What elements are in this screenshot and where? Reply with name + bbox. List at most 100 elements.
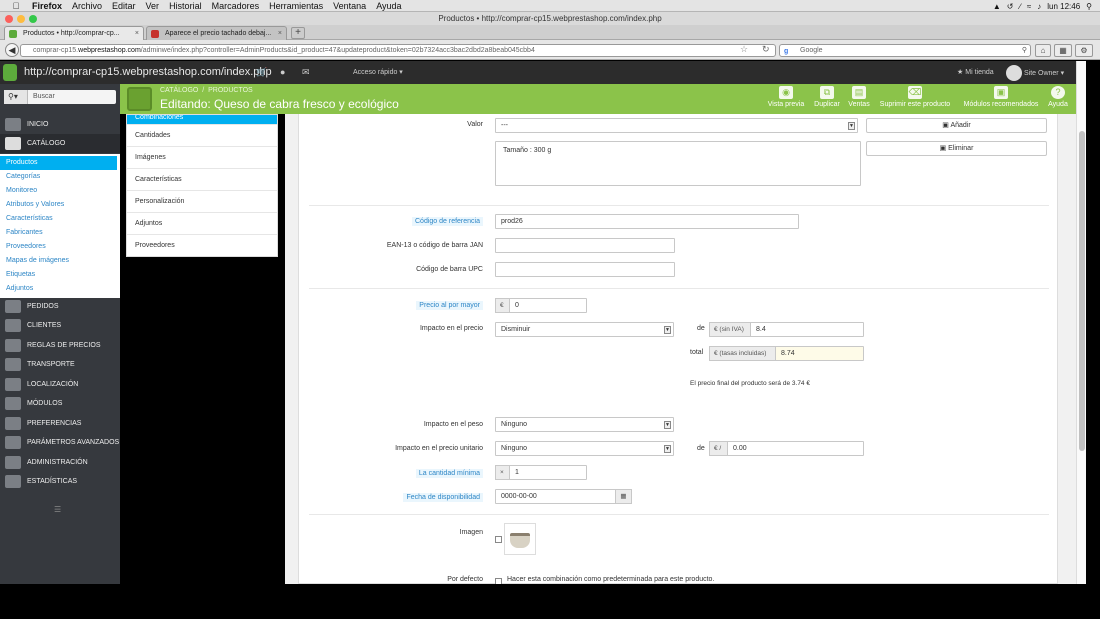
sales-button[interactable]: ▤ Ventas [847, 86, 871, 112]
site-url-link[interactable]: http://comprar-cp15.webprestashop.com/in… [24, 66, 272, 78]
submenu-fabricantes[interactable]: Fabricantes [0, 226, 120, 240]
apple-icon[interactable]:  [10, 1, 22, 11]
price-tax-excl-input[interactable]: 8.4 [750, 322, 864, 337]
sidebar-item-preferencias[interactable]: Preferencias [0, 414, 120, 433]
dropbox-icon[interactable]: ▲ [993, 2, 1001, 11]
home-button[interactable]: ⌂ [1035, 44, 1051, 57]
recommended-modules-button[interactable]: ▣ Módulos recomendados [960, 86, 1042, 112]
tab-caracteristicas[interactable]: Características [127, 169, 277, 191]
delete-product-button[interactable]: ⌫ Suprimir este producto [877, 86, 953, 112]
search-scope-button[interactable]: ⚲▾ [4, 90, 28, 104]
ean-input[interactable] [495, 238, 675, 253]
volume-icon[interactable]: ♪ [1037, 2, 1041, 11]
availability-date-input[interactable]: 0000-00-00 [495, 489, 616, 504]
new-tab-button[interactable]: + [291, 27, 305, 39]
bluetooth-icon[interactable]: ∕ [1019, 2, 1020, 11]
minimize-window-icon[interactable] [17, 15, 25, 23]
address-bar[interactable]: comprar-cp15.webprestashop.com/adminwe/i… [20, 44, 776, 57]
quick-access-dropdown[interactable]: Acceso rápido ▾ [353, 68, 403, 76]
cart-icon[interactable]: 🛒 [256, 67, 267, 78]
valor-select[interactable]: --- ▼ [495, 118, 858, 133]
sidebar-item-administracion[interactable]: Administración [0, 453, 120, 472]
tab-cantidades[interactable]: Cantidades [127, 125, 277, 147]
tab-imagenes[interactable]: Imágenes [127, 147, 277, 169]
attributes-list[interactable]: Tamaño : 300 g [495, 141, 861, 186]
browser-tab-aparece[interactable]: Aparece el precio tachado debaj... × [146, 26, 287, 40]
collapse-sidebar-icon[interactable]: ☰ [54, 505, 61, 514]
avatar[interactable] [1006, 65, 1022, 81]
addons-button[interactable]: ⚙ [1075, 44, 1093, 57]
submenu-caracteristicas[interactable]: Características [0, 212, 120, 226]
price-tax-incl-input[interactable]: 8.74 [775, 346, 864, 361]
breadcrumb-catalogo[interactable]: CATÁLOGO [160, 87, 198, 94]
spotlight-icon[interactable]: ⚲ [1086, 2, 1092, 11]
image-checkbox[interactable] [495, 536, 502, 543]
tab-combinaciones[interactable]: Combinaciones [127, 115, 277, 125]
sidebar-item-clientes[interactable]: Clientes [0, 316, 120, 335]
unit-price-input[interactable]: 0.00 [727, 441, 864, 456]
calendar-icon[interactable]: ▦ [615, 489, 632, 504]
submenu-monitoreo[interactable]: Monitoreo [0, 184, 120, 198]
reload-icon[interactable]: ↻ [762, 44, 770, 55]
price-impact-select[interactable]: Disminuir ▼ [495, 322, 674, 337]
unit-price-impact-select[interactable]: Ninguno ▼ [495, 441, 674, 456]
sidebar-item-transporte[interactable]: Transporte [0, 355, 120, 374]
sidebar-item-pedidos[interactable]: Pedidos [0, 297, 120, 316]
submenu-categorias[interactable]: Categorías [0, 170, 120, 184]
back-button[interactable]: ◀ [5, 43, 19, 57]
menu-archivo[interactable]: Archivo [72, 1, 102, 11]
search-input[interactable]: Buscar [33, 93, 55, 100]
my-store-link[interactable]: ★ Mi tienda [957, 68, 994, 76]
product-image-thumbnail[interactable] [504, 523, 536, 555]
messages-icon[interactable]: ✉ [302, 67, 310, 78]
attribute-item[interactable]: Tamaño : 300 g [501, 147, 551, 154]
app-menu[interactable]: Firefox [32, 1, 62, 11]
close-tab-icon[interactable]: × [278, 27, 282, 40]
user-menu[interactable]: Site Owner ▾ [1024, 69, 1064, 77]
clock[interactable]: lun 12:46 [1047, 2, 1080, 11]
sidebar-item-localizacion[interactable]: Localización [0, 375, 120, 394]
tab-personalizacion[interactable]: Personalización [127, 191, 277, 213]
preview-button[interactable]: ◉ Vista previa [767, 86, 805, 112]
page-scrollbar[interactable] [1076, 61, 1086, 584]
sidebar-search[interactable]: ⚲▾ Buscar [4, 90, 116, 104]
close-tab-icon[interactable]: × [135, 27, 139, 40]
delete-attribute-button[interactable]: ▣ Eliminar [866, 141, 1047, 156]
prestashop-logo-icon[interactable] [3, 64, 17, 81]
menu-historial[interactable]: Historial [169, 1, 202, 11]
search-icon[interactable]: ⚲ [1022, 45, 1027, 57]
submenu-mapas-imagenes[interactable]: Mapas de imágenes [0, 254, 120, 268]
search-engine-box[interactable]: g Google ⚲ [779, 44, 1031, 57]
sync-icon[interactable]: ↺ [1007, 2, 1014, 11]
add-attribute-button[interactable]: ▣ Añadir [866, 118, 1047, 133]
sidebar-item-inicio[interactable]: Inicio [0, 115, 120, 134]
wifi-icon[interactable]: ≈ [1027, 2, 1031, 11]
zoom-window-icon[interactable] [29, 15, 37, 23]
upc-input[interactable] [495, 262, 675, 277]
scrollbar-thumb[interactable] [1079, 131, 1085, 451]
sidebar-item-parametros-avanzados[interactable]: Parámetros avanzados [0, 433, 120, 452]
breadcrumb-productos[interactable]: PRODUCTOS [208, 87, 253, 94]
submenu-etiquetas[interactable]: Etiquetas [0, 268, 120, 282]
customer-icon[interactable]: ● [280, 67, 285, 77]
bookmark-star-icon[interactable]: ☆ [740, 44, 748, 55]
weight-impact-select[interactable]: Ninguno ▼ [495, 417, 674, 432]
sidebar-item-modulos[interactable]: Módulos [0, 394, 120, 413]
menu-marcadores[interactable]: Marcadores [212, 1, 260, 11]
reference-input[interactable]: prod26 [495, 214, 799, 229]
close-window-icon[interactable] [5, 15, 13, 23]
wholesale-price-input[interactable]: 0 [509, 298, 587, 313]
min-quantity-input[interactable]: 1 [509, 465, 587, 480]
downloads-button[interactable]: ▦ [1054, 44, 1072, 57]
menu-editar[interactable]: Editar [112, 1, 136, 11]
tab-proveedores[interactable]: Proveedores [127, 235, 277, 257]
browser-tab-productos[interactable]: Productos • http://comprar-cp... × [4, 26, 144, 40]
tab-adjuntos[interactable]: Adjuntos [127, 213, 277, 235]
menu-ver[interactable]: Ver [146, 1, 160, 11]
submenu-productos[interactable]: Productos [0, 156, 117, 170]
duplicate-button[interactable]: ⧉ Duplicar [811, 86, 843, 112]
submenu-proveedores[interactable]: Proveedores [0, 240, 120, 254]
menu-herramientas[interactable]: Herramientas [269, 1, 323, 11]
submenu-atributos[interactable]: Atributos y Valores [0, 198, 120, 212]
sidebar-item-catalogo[interactable]: Catálogo [0, 134, 120, 153]
